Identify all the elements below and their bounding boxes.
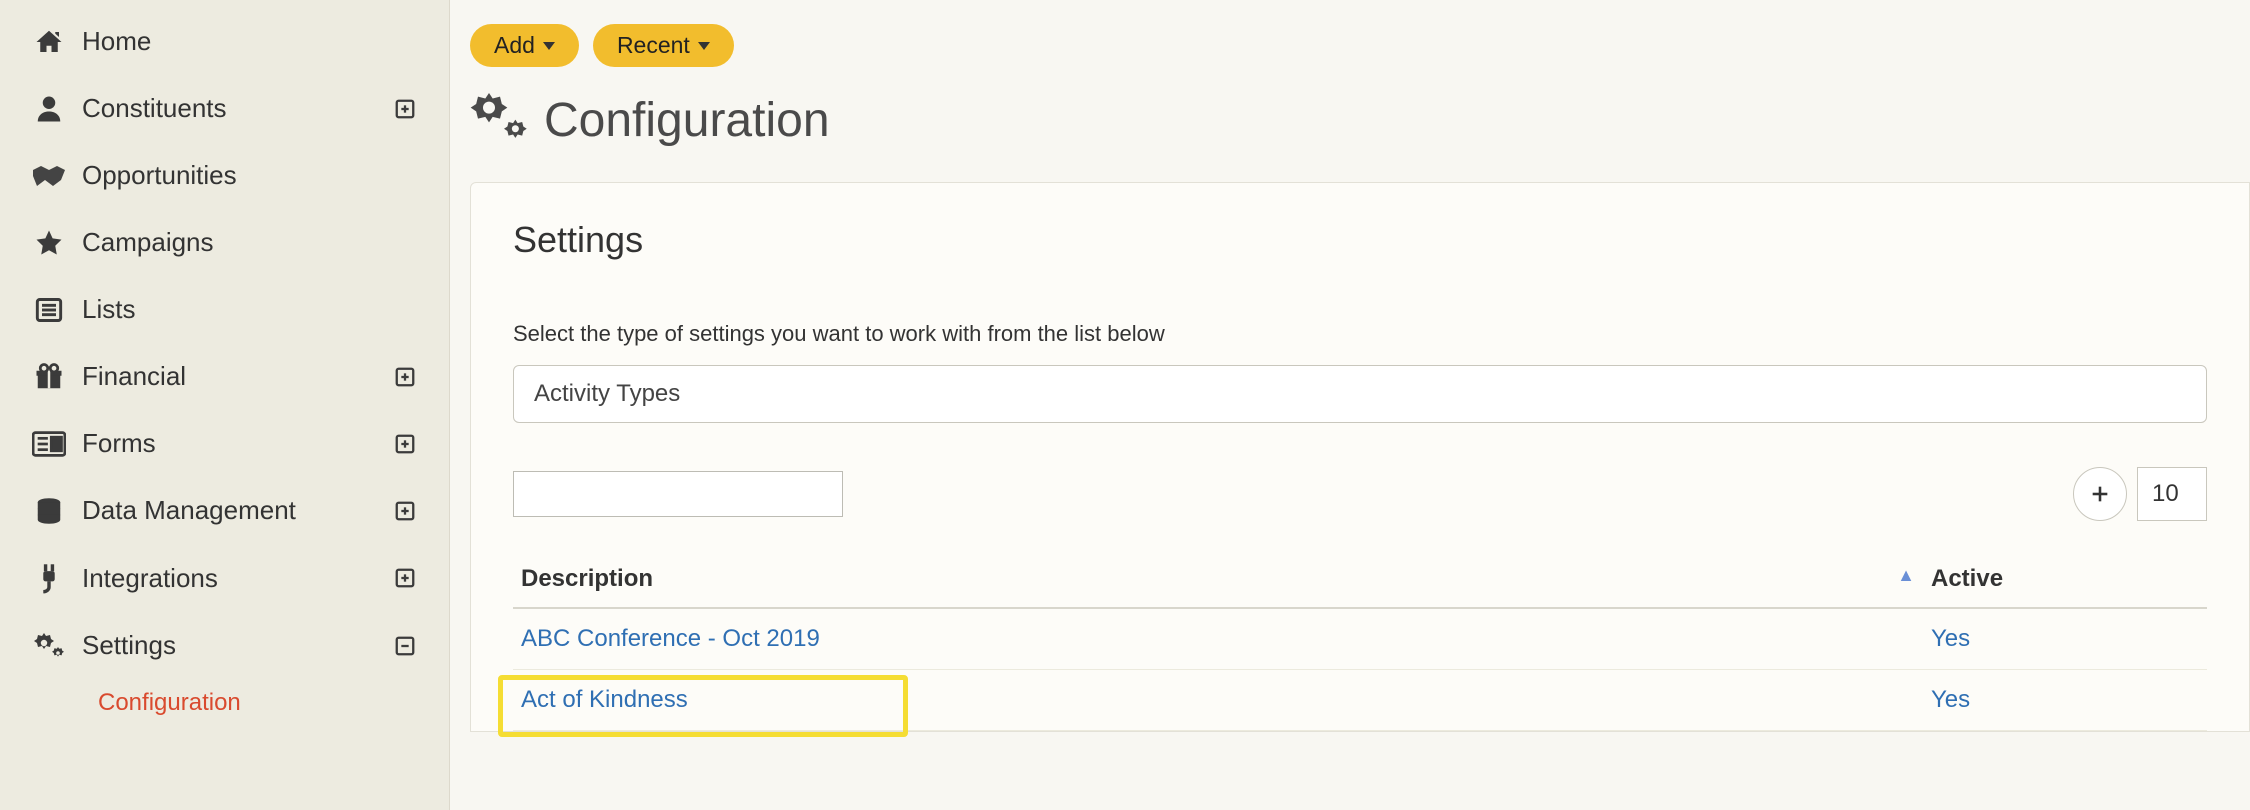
expand-icon[interactable] xyxy=(385,429,425,459)
row-active-value: Yes xyxy=(1931,686,1970,713)
sidebar-item-label: Forms xyxy=(72,428,385,459)
sidebar-item-label: Campaigns xyxy=(72,227,425,258)
main-content: Add Recent Configuration Settings Select… xyxy=(450,0,2250,810)
sidebar-item-label: Constituents xyxy=(72,93,385,124)
plug-icon xyxy=(26,562,72,594)
column-header-active[interactable]: Active xyxy=(1923,551,2207,608)
sort-asc-icon: ▲ xyxy=(1897,565,1915,586)
add-button[interactable]: Add xyxy=(470,24,579,67)
expand-icon[interactable] xyxy=(385,563,425,593)
list-icon xyxy=(26,296,72,324)
handshake-icon xyxy=(26,162,72,190)
gears-icon xyxy=(26,631,72,661)
caret-down-icon xyxy=(543,42,555,50)
sidebar-subitem-configuration[interactable]: Configuration xyxy=(0,679,449,717)
settings-type-select[interactable]: Activity Types xyxy=(513,365,2207,423)
settings-type-value: Activity Types xyxy=(534,380,680,407)
person-icon xyxy=(26,94,72,124)
page-title-row: Configuration xyxy=(470,93,2250,148)
sidebar-item-label: Integrations xyxy=(72,563,385,594)
sidebar-item-home[interactable]: Home xyxy=(0,8,449,75)
sidebar: Home Constituents Opportunities Campaign… xyxy=(0,0,450,810)
database-icon xyxy=(26,496,72,526)
sidebar-item-opportunities[interactable]: Opportunities xyxy=(0,142,449,209)
settings-table: Description ▲ Active ABC Conference - Oc… xyxy=(513,551,2207,731)
star-icon xyxy=(26,228,72,258)
sidebar-item-data-management[interactable]: Data Management xyxy=(0,477,449,544)
search-input[interactable] xyxy=(513,471,843,517)
row-active-value: Yes xyxy=(1931,625,1970,652)
expand-icon[interactable] xyxy=(385,362,425,392)
gift-icon xyxy=(26,362,72,392)
sidebar-item-label: Opportunities xyxy=(72,160,425,191)
expand-icon[interactable] xyxy=(385,496,425,526)
panel-title: Settings xyxy=(513,219,2207,261)
sidebar-item-constituents[interactable]: Constituents xyxy=(0,75,449,142)
settings-panel: Settings Select the type of settings you… xyxy=(470,182,2250,732)
home-icon xyxy=(26,27,72,57)
row-description-link[interactable]: ABC Conference - Oct 2019 xyxy=(521,625,820,652)
sidebar-item-settings[interactable]: Settings xyxy=(0,612,449,679)
instruction-text: Select the type of settings you want to … xyxy=(513,321,2207,347)
add-row-button[interactable] xyxy=(2073,467,2127,521)
sidebar-item-campaigns[interactable]: Campaigns xyxy=(0,209,449,276)
recent-button-label: Recent xyxy=(617,32,690,59)
page-title: Configuration xyxy=(544,93,830,148)
table-row: ABC Conference - Oct 2019 Yes xyxy=(513,608,2207,670)
plus-icon xyxy=(2089,483,2111,505)
sidebar-item-financial[interactable]: Financial xyxy=(0,343,449,410)
sidebar-item-integrations[interactable]: Integrations xyxy=(0,544,449,612)
top-buttons: Add Recent xyxy=(470,24,2250,67)
page-size-select[interactable]: 10 xyxy=(2137,467,2207,521)
collapse-icon[interactable] xyxy=(385,631,425,661)
recent-button[interactable]: Recent xyxy=(593,24,734,67)
toolbar-row: 10 xyxy=(513,467,2207,521)
caret-down-icon xyxy=(698,42,710,50)
sidebar-item-label: Home xyxy=(72,26,425,57)
sidebar-item-label: Financial xyxy=(72,361,385,392)
page-size-value: 10 xyxy=(2152,480,2179,508)
form-icon xyxy=(26,431,72,457)
sidebar-item-label: Lists xyxy=(72,294,425,325)
add-button-label: Add xyxy=(494,32,535,59)
expand-icon[interactable] xyxy=(385,94,425,124)
gears-icon xyxy=(470,93,528,148)
column-header-description[interactable]: Description ▲ xyxy=(513,551,1923,608)
row-description-link[interactable]: Act of Kindness xyxy=(521,686,688,713)
table-row: Act of Kindness Yes xyxy=(513,670,2207,731)
sidebar-item-lists[interactable]: Lists xyxy=(0,276,449,343)
sidebar-item-label: Data Management xyxy=(72,495,385,526)
sidebar-item-forms[interactable]: Forms xyxy=(0,410,449,477)
sidebar-item-label: Settings xyxy=(72,630,385,661)
